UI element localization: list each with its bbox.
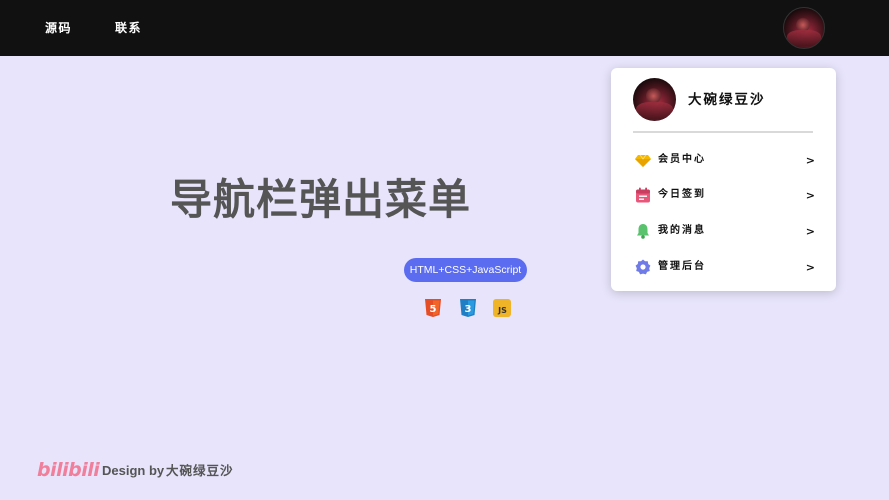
calendar-icon — [636, 187, 650, 203]
menu-item-label: 管理后台 — [658, 261, 706, 272]
chevron-right-icon: > — [805, 189, 815, 202]
menu-item-daily-checkin[interactable]: 今日签到 > — [633, 183, 815, 209]
dropdown-username: 大碗绿豆沙 — [688, 92, 766, 108]
menu-item-vip-center[interactable]: 会员中心 > — [633, 148, 815, 174]
html5-icon: 5 — [425, 299, 441, 317]
menu-item-admin-panel[interactable]: 管理后台 > — [633, 255, 815, 281]
menu-item-label: 我的消息 — [658, 225, 706, 236]
menu-item-label: 会员中心 — [658, 154, 706, 165]
user-dropdown-menu: 大碗绿豆沙 会员中心 > 今日签到 > 我的消息 > 管理后台 > — [611, 68, 836, 291]
chevron-right-icon: > — [805, 154, 815, 167]
menu-divider — [633, 131, 813, 133]
html5-icon-label: 5 — [430, 304, 437, 315]
author-name: 大碗绿豆沙 — [166, 463, 234, 478]
menu-item-label: 今日签到 — [658, 189, 706, 200]
chevron-right-icon: > — [805, 261, 815, 274]
bilibili-logo: bilibili — [37, 459, 100, 481]
user-avatar[interactable] — [783, 7, 825, 49]
chevron-right-icon: > — [805, 225, 815, 238]
css3-icon-label: 3 — [465, 304, 472, 315]
gear-icon — [635, 259, 651, 275]
css3-icon: 3 — [460, 299, 476, 317]
js-icon-label: JS — [497, 306, 507, 315]
js-icon: JS — [493, 299, 511, 317]
menu-item-my-messages[interactable]: 我的消息 > — [633, 219, 815, 245]
gem-icon — [635, 154, 651, 167]
nav-link-contact[interactable]: 联系 — [115, 20, 142, 36]
bell-icon — [637, 224, 649, 239]
tech-stack-badge: HTML+CSS+JavaScript — [404, 258, 527, 282]
top-navbar: 源码 联系 — [0, 0, 889, 56]
nav-link-source[interactable]: 源码 — [45, 20, 72, 36]
design-by-label: Design by — [102, 463, 165, 478]
page-title: 导航栏弹出菜单 — [170, 175, 472, 224]
dropdown-avatar — [633, 78, 676, 121]
